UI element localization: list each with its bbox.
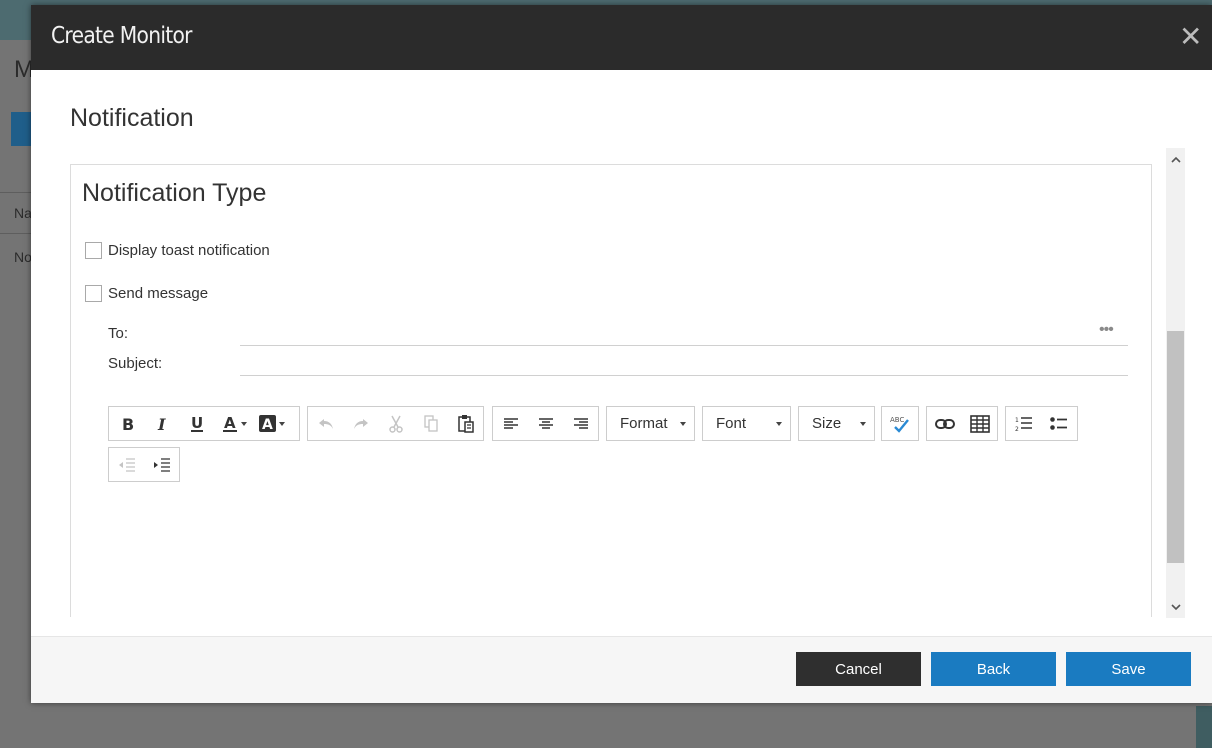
- edit-group: [307, 406, 484, 441]
- font-dropdown[interactable]: Font: [702, 406, 791, 441]
- font-label: Font: [716, 415, 747, 432]
- message-checkbox[interactable]: [85, 284, 102, 302]
- background-divider: [0, 233, 31, 234]
- scrollbar-thumb[interactable]: [1167, 331, 1184, 563]
- back-button[interactable]: Back: [931, 652, 1056, 686]
- redo-icon[interactable]: [343, 407, 378, 440]
- svg-text:I: I: [157, 416, 166, 432]
- spellcheck-icon[interactable]: ABC: [882, 407, 918, 440]
- background-row-text: No: [14, 249, 32, 265]
- section-title: Notification: [70, 104, 194, 132]
- chevron-down-icon: [860, 421, 866, 426]
- background-column-header: Na: [14, 205, 32, 221]
- table-icon[interactable]: [962, 407, 997, 440]
- italic-icon[interactable]: I: [145, 407, 179, 440]
- to-label: To:: [108, 325, 129, 342]
- bullet-list-icon[interactable]: [1042, 407, 1078, 440]
- notification-panel: Notification Type Display toast notifica…: [70, 164, 1152, 617]
- svg-text:A: A: [262, 417, 273, 432]
- underline-icon[interactable]: U: [179, 407, 215, 440]
- alignment-group: [492, 406, 599, 441]
- background-new-button: [11, 112, 31, 146]
- bold-icon[interactable]: B: [109, 407, 145, 440]
- svg-text:U: U: [191, 415, 203, 432]
- subject-field[interactable]: [240, 354, 1128, 376]
- svg-text:1: 1: [1015, 417, 1019, 424]
- chevron-down-icon: [680, 421, 686, 426]
- numbered-list-icon[interactable]: 12: [1006, 407, 1042, 440]
- link-icon[interactable]: [927, 407, 962, 440]
- copy-icon[interactable]: [413, 407, 448, 440]
- paste-icon[interactable]: [448, 407, 483, 440]
- svg-text:A: A: [224, 415, 236, 432]
- align-center-icon[interactable]: [528, 407, 563, 440]
- align-right-icon[interactable]: [563, 407, 598, 440]
- dialog-title: Create Monitor: [51, 23, 192, 49]
- background-corner: [1196, 706, 1212, 748]
- cut-icon[interactable]: [378, 407, 413, 440]
- chevron-down-icon: [776, 421, 782, 426]
- size-dropdown[interactable]: Size: [798, 406, 875, 441]
- format-dropdown[interactable]: Format: [606, 406, 695, 441]
- highlight-color-icon[interactable]: A: [253, 407, 291, 440]
- indent-icon[interactable]: [144, 448, 179, 481]
- format-label: Format: [620, 415, 668, 432]
- chevron-up-icon[interactable]: [1166, 150, 1185, 168]
- undo-icon[interactable]: [308, 407, 343, 440]
- dialog-header: Create Monitor ✕: [31, 5, 1212, 70]
- toast-label: Display toast notification: [108, 241, 270, 259]
- more-options-icon[interactable]: •••: [1099, 322, 1119, 338]
- dialog-footer: Cancel Back Save: [31, 636, 1212, 703]
- to-field[interactable]: [240, 324, 1128, 346]
- spellcheck-group: ABC: [881, 406, 919, 441]
- align-left-icon[interactable]: [493, 407, 528, 440]
- svg-text:ABC: ABC: [890, 416, 904, 424]
- insert-group: [926, 406, 998, 441]
- toast-option[interactable]: Display toast notification: [85, 240, 270, 260]
- indent-group: [108, 447, 180, 482]
- subject-label: Subject:: [108, 355, 163, 372]
- chevron-down-icon[interactable]: [1166, 598, 1185, 616]
- vertical-scrollbar[interactable]: [1166, 148, 1185, 618]
- size-label: Size: [812, 415, 842, 432]
- background-divider: [0, 192, 31, 193]
- create-monitor-dialog: Create Monitor ✕ Notification Notificati…: [31, 5, 1212, 703]
- message-option[interactable]: Send message: [85, 283, 208, 303]
- close-icon[interactable]: ✕: [1179, 23, 1202, 51]
- font-color-icon[interactable]: A: [215, 407, 253, 440]
- list-group: 12: [1005, 406, 1078, 441]
- save-button[interactable]: Save: [1066, 652, 1191, 686]
- outdent-icon[interactable]: [109, 448, 144, 481]
- svg-text:B: B: [122, 416, 134, 432]
- message-label: Send message: [108, 284, 209, 302]
- toast-checkbox[interactable]: [85, 241, 102, 259]
- text-style-group: B I U A A: [108, 406, 300, 441]
- svg-text:2: 2: [1015, 426, 1019, 433]
- panel-title: Notification Type: [82, 179, 267, 207]
- cancel-button[interactable]: Cancel: [796, 652, 921, 686]
